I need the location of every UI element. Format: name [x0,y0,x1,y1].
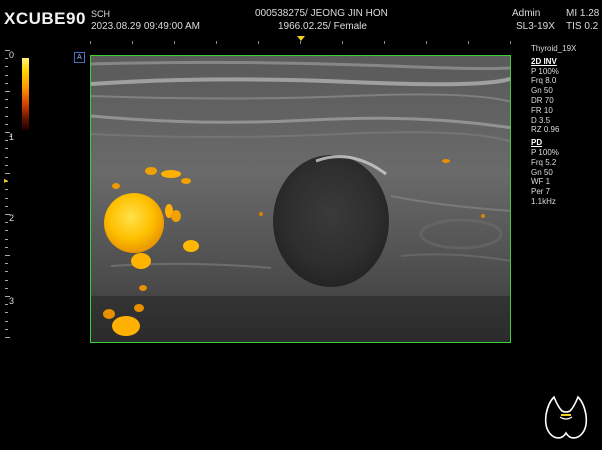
mode-pd-param: WF 1 [531,177,551,187]
lateral-tick [90,41,91,44]
depth-tick [5,156,8,158]
lateral-tick [174,41,175,44]
mode-pd-param: 1.1kHz [531,196,556,206]
depth-tick [5,82,8,84]
brand-logo: XCUBE90 [4,9,86,28]
depth-tick [5,279,8,281]
depth-tick [5,222,8,224]
depth-tick [5,320,8,322]
lateral-tick [132,41,133,44]
mode-2d-param: Frq 8.0 [531,76,557,86]
mode-pd-param: Gn 50 [531,167,553,177]
depth-tick [5,337,10,338]
depth-tick [5,205,8,207]
mode-2d-param: DR 70 [531,95,554,105]
depth-tick [5,263,8,265]
depth-tick [5,304,8,306]
depth-tick [5,296,10,297]
depth-tick [5,271,8,273]
mode-2d-param: Gn 50 [531,86,553,96]
mode-pd-param: Per 7 [531,187,551,197]
depth-label-1: 1 [9,132,15,142]
patient-dob-sex: 1966.02.25/ Female [278,21,367,32]
depth-tick [5,246,8,248]
depth-tick [5,312,8,314]
mode-2d-param: D 3.5 [531,115,551,125]
mode-pd-param: P 100% [531,147,559,157]
depth-tick [5,189,8,191]
depth-tick [5,91,10,92]
depth-tick [5,58,8,60]
depth-label-3: 3 [9,296,15,306]
operator-label: Admin [512,8,541,19]
orientation-marker: A [74,52,85,63]
exam-datetime: 2023.08.29 09:49:00 AM [91,21,200,32]
lateral-tick [384,41,385,44]
ultrasound-image [91,56,510,342]
depth-scale: 1 2 3 [0,48,20,348]
patient-id-name: 000538275/ JEONG JIN HON [255,8,388,19]
depth-tick [5,148,8,150]
depth-tick [5,115,8,117]
depth-tick [5,99,8,101]
depth-tick [5,214,10,215]
depth-tick [5,238,8,240]
depth-tick [5,140,8,142]
mode-pd-param: Frq 5.2 [531,157,557,167]
mode-pd-title[interactable]: PD [531,138,601,148]
depth-tick [5,66,8,68]
probe-name: SL3-19X [516,21,555,32]
lateral-tick [510,41,511,44]
header-bar: XCUBE90 SCH 2023.08.29 09:49:00 AM 00053… [0,0,602,40]
lateral-tick [300,41,301,44]
lateral-tick [216,41,217,44]
depth-tick [5,132,10,133]
mode-2d-param: RZ 0.96 [531,125,560,135]
thyroid-body-marker-icon [544,395,588,439]
depth-tick [5,230,8,232]
mode-2d-param: FR 10 [531,105,553,115]
site-label: SCH [91,9,111,19]
mode-2d-param: P 100% [531,66,559,76]
lateral-scale [90,41,512,47]
depth-tick [5,74,8,76]
lateral-tick [258,41,259,44]
depth-tick [5,107,8,109]
ultrasound-image-roi[interactable] [90,55,511,343]
lateral-tick [468,41,469,44]
focus-depth-marker-icon[interactable]: ▸ [4,176,8,185]
power-doppler-colorbar [22,58,29,130]
depth-tick [5,255,10,256]
depth-tick [5,328,8,330]
depth-tick [5,197,8,199]
depth-tick [5,173,10,174]
lateral-tick [342,41,343,44]
parameters-panel: Thyroid_19X 2D INV P 100% Frq 8.0 Gn 50 DR … [531,44,601,207]
preset-name: Thyroid_19X [531,44,577,53]
mode-2d-title[interactable]: 2D INV [531,57,601,67]
depth-tick [5,164,8,166]
mechanical-index: MI 1.28 [566,8,600,19]
thermal-index: TIS 0.2 [566,21,599,32]
depth-tick [5,287,8,289]
depth-tick [5,50,10,51]
lateral-tick [426,41,427,44]
depth-tick [5,123,8,125]
